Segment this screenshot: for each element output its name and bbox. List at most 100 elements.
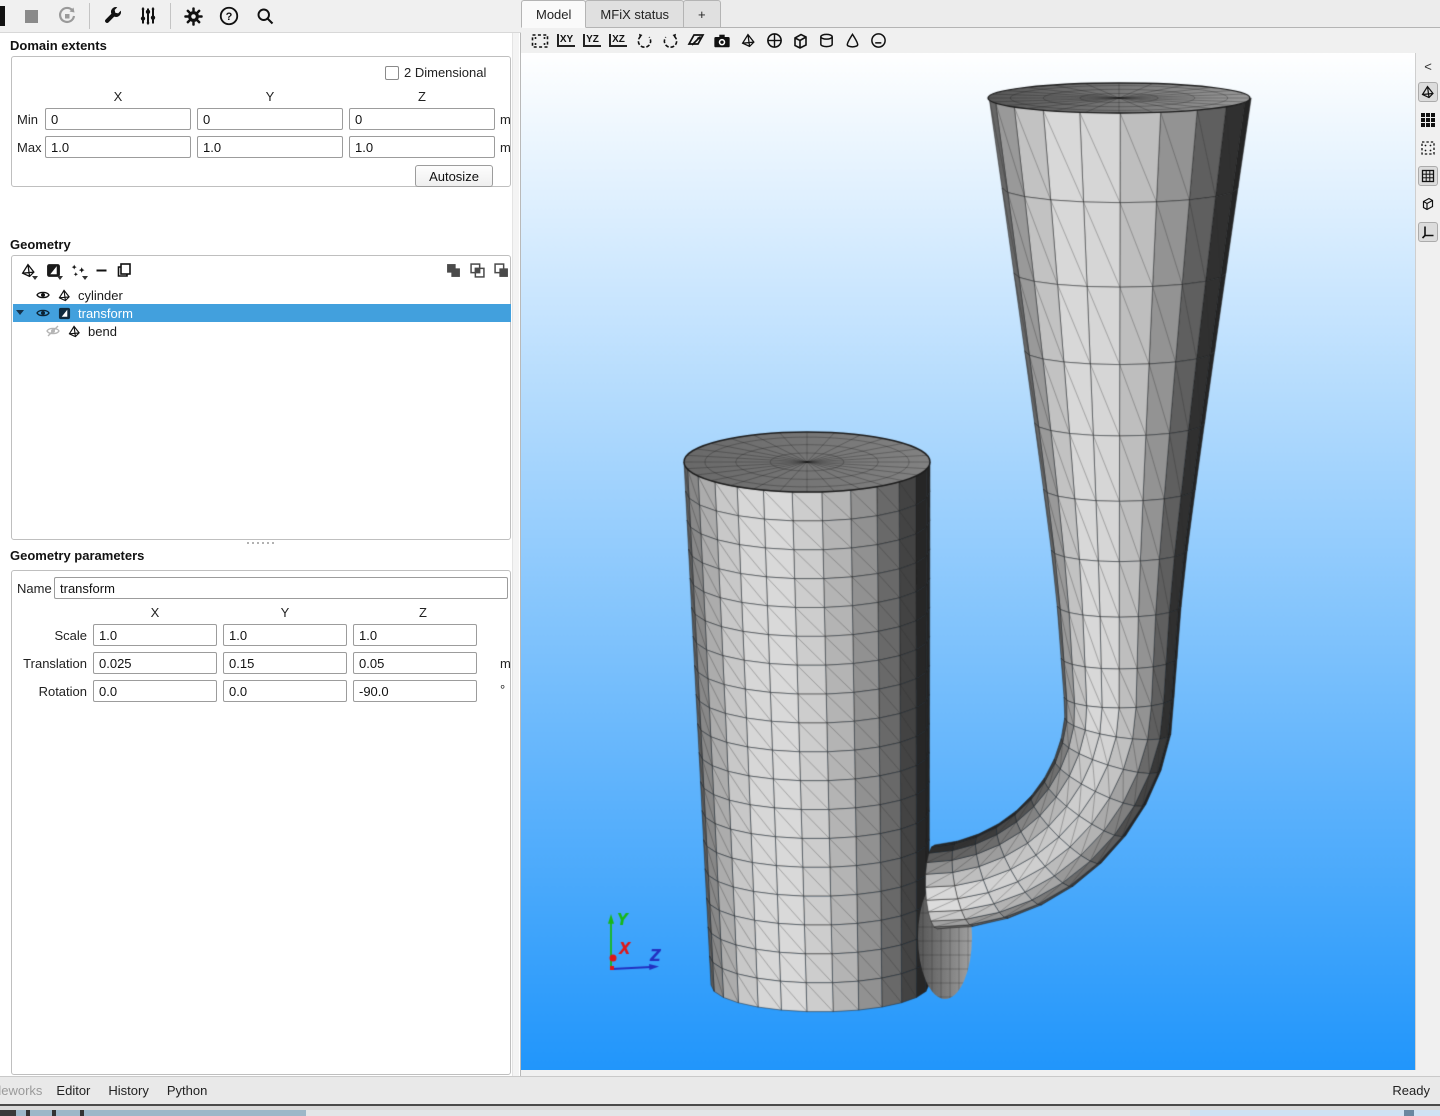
geometry-box: cylinder transform xyxy=(11,255,511,540)
mesh-cube-button[interactable] xyxy=(788,30,812,52)
statusbar-tab-history[interactable]: History xyxy=(108,1083,148,1098)
rotate-left-button[interactable] xyxy=(632,30,656,52)
max-y-input[interactable] xyxy=(197,136,343,158)
rotation-x-input[interactable] xyxy=(93,680,217,702)
panel-splitter[interactable] xyxy=(247,542,274,544)
column-header-y: Y xyxy=(250,89,290,104)
tree-item-label: cylinder xyxy=(78,288,123,303)
union-button[interactable] xyxy=(444,261,462,279)
scale-label: Scale xyxy=(12,628,87,643)
min-z-input[interactable] xyxy=(349,108,495,130)
settings-button[interactable] xyxy=(180,3,206,29)
mesh-toggle-button[interactable] xyxy=(1418,166,1438,186)
reset-view-icon xyxy=(531,33,549,49)
visible-icon[interactable] xyxy=(35,288,50,303)
search-button[interactable] xyxy=(252,3,278,29)
name-input[interactable] xyxy=(54,577,508,599)
reset-view-button[interactable] xyxy=(528,30,552,52)
mesher-button[interactable] xyxy=(99,3,125,29)
scale-y-input[interactable] xyxy=(223,624,347,646)
add-geometry-button[interactable] xyxy=(19,261,37,279)
reset-button[interactable] xyxy=(54,3,80,29)
view-xy-button[interactable]: XY xyxy=(554,30,578,52)
tree-item-label: transform xyxy=(78,306,133,321)
view-yz-icon: YZ xyxy=(583,34,601,47)
axes-toggle-button[interactable] xyxy=(1418,222,1438,242)
min-y-input[interactable] xyxy=(197,108,343,130)
tab-mfix-status[interactable]: MFiX status xyxy=(585,0,684,27)
regions-button[interactable] xyxy=(762,30,786,52)
background-window-sliver xyxy=(0,1104,1440,1116)
wireframe-box-button[interactable] xyxy=(1418,194,1438,214)
translation-y-input[interactable] xyxy=(223,652,347,674)
rotation-y-input[interactable] xyxy=(223,680,347,702)
geometry-icon xyxy=(57,288,72,303)
mesh-cylinder-button[interactable] xyxy=(814,30,838,52)
tab-add[interactable]: + xyxy=(683,0,721,27)
camera-icon xyxy=(713,33,731,49)
max-z-input[interactable] xyxy=(349,136,495,158)
wrench-icon xyxy=(101,5,123,27)
geometry-toggle-button[interactable] xyxy=(1418,82,1438,102)
tree-row-bend[interactable]: bend xyxy=(13,322,511,340)
wizard-button[interactable] xyxy=(69,261,87,279)
gear-icon xyxy=(183,6,204,27)
intersect-button[interactable] xyxy=(468,261,486,279)
slice-button[interactable] xyxy=(866,30,890,52)
svg-text:?: ? xyxy=(226,11,233,23)
view-xz-button[interactable]: XZ xyxy=(606,30,630,52)
toolbar-separator xyxy=(89,3,90,29)
axes-icon xyxy=(1421,225,1435,239)
perspective-button[interactable] xyxy=(684,30,708,52)
two-dimensional-checkbox[interactable] xyxy=(385,66,399,80)
viewport-3d-canvas[interactable] xyxy=(521,53,1415,1070)
view-yz-button[interactable]: YZ xyxy=(580,30,604,52)
tree-row-transform[interactable]: transform xyxy=(13,304,511,322)
rotation-z-input[interactable] xyxy=(353,680,477,702)
rotate-right-button[interactable] xyxy=(658,30,682,52)
autosize-button[interactable]: Autosize xyxy=(415,165,493,187)
region-toggle-button[interactable] xyxy=(1418,138,1438,158)
left-scrollbar[interactable] xyxy=(512,33,519,1076)
tab-model[interactable]: Model xyxy=(521,0,586,28)
min-x-input[interactable] xyxy=(45,108,191,130)
slice-icon xyxy=(870,32,887,49)
stop-button[interactable] xyxy=(18,3,44,29)
add-filter-button[interactable] xyxy=(44,261,62,279)
copy-geometry-button[interactable] xyxy=(115,261,133,279)
grid-toggle-button[interactable] xyxy=(1418,110,1438,130)
domain-extents-box: 2 Dimensional X Y Z Min m Max m Autosize xyxy=(11,56,511,187)
viewport-side-rail: < xyxy=(1415,53,1440,1070)
statusbar-tab-editor[interactable]: Editor xyxy=(56,1083,90,1098)
translation-x-input[interactable] xyxy=(93,652,217,674)
mesh-cone-button[interactable] xyxy=(840,30,864,52)
tree-row-cylinder[interactable]: cylinder xyxy=(13,286,511,304)
play-partial-icon[interactable] xyxy=(0,6,5,26)
geometry-visibility-button[interactable] xyxy=(736,30,760,52)
parameters-button[interactable] xyxy=(135,3,161,29)
hidden-icon[interactable] xyxy=(45,324,60,339)
translation-z-input[interactable] xyxy=(353,652,477,674)
view-xz-icon: XZ xyxy=(609,34,627,47)
difference-button[interactable] xyxy=(492,261,510,279)
expander-icon[interactable] xyxy=(16,310,24,315)
statusbar-tab-nodeworks[interactable]: deworks xyxy=(0,1083,42,1098)
statusbar-tab-python[interactable]: Python xyxy=(167,1083,207,1098)
help-button[interactable]: ? xyxy=(216,3,242,29)
translation-unit: m xyxy=(500,656,511,671)
stop-icon xyxy=(25,10,38,23)
main-toolbar: ? xyxy=(0,0,521,33)
screenshot-button[interactable] xyxy=(710,30,734,52)
remove-geometry-button[interactable] xyxy=(92,261,110,279)
max-x-input[interactable] xyxy=(45,136,191,158)
scale-z-input[interactable] xyxy=(353,624,477,646)
collapse-arrow-icon[interactable]: < xyxy=(1424,59,1432,74)
sliders-icon xyxy=(138,6,158,26)
reset-icon xyxy=(56,5,78,27)
transform-icon xyxy=(57,306,72,321)
visible-icon[interactable] xyxy=(35,306,50,321)
scale-x-input[interactable] xyxy=(93,624,217,646)
geometry-toggle-icon xyxy=(1421,85,1435,99)
min-unit: m xyxy=(500,112,511,127)
name-label: Name xyxy=(17,581,52,596)
